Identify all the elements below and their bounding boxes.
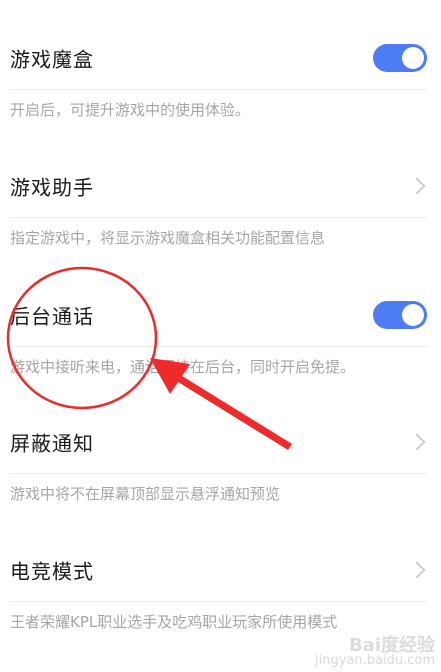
watermark-url: jingyan.baidu.com — [315, 653, 435, 668]
setting-row-game-magic-box: 游戏魔盒 — [0, 26, 441, 90]
setting-description: 游戏中将不在屏幕顶部显示悬浮通知预览 — [10, 485, 281, 503]
setting-row-background-call: 后台通话 — [0, 283, 441, 347]
setting-title: 屏蔽通知 — [10, 431, 94, 456]
game-settings-screen: 游戏魔盒 开启后，可提升游戏中的使用体验。 游戏助手 指定游戏中，将显示游戏魔盒… — [0, 0, 441, 672]
setting-row-block-notifications[interactable]: 屏蔽通知 — [0, 410, 441, 474]
setting-title: 游戏魔盒 — [10, 47, 94, 72]
chevron-right-icon — [408, 177, 426, 195]
setting-title: 后台通话 — [10, 304, 94, 329]
setting-title: 游戏助手 — [10, 175, 94, 200]
setting-description: 指定游戏中，将显示游戏魔盒相关功能配置信息 — [10, 229, 326, 247]
toggle-switch-icon[interactable] — [373, 44, 427, 72]
setting-description: 游戏中接听来电，通话保持在后台，同时开启免提。 — [10, 358, 356, 376]
toggle-knob — [402, 304, 424, 326]
watermark: Bai度经验 jingyan.baidu.com — [315, 635, 435, 669]
chevron-right-icon — [408, 433, 426, 451]
setting-row-esports-mode[interactable]: 电竞模式 — [0, 538, 441, 602]
setting-title: 电竞模式 — [10, 559, 94, 584]
setting-description: 开启后，可提升游戏中的使用体验。 — [10, 101, 251, 119]
watermark-brand: Bai度经验 — [348, 635, 435, 656]
toggle-knob — [402, 47, 424, 69]
setting-row-game-assistant[interactable]: 游戏助手 — [0, 154, 441, 218]
chevron-right-icon — [408, 561, 426, 579]
toggle-switch-icon[interactable] — [373, 301, 427, 329]
